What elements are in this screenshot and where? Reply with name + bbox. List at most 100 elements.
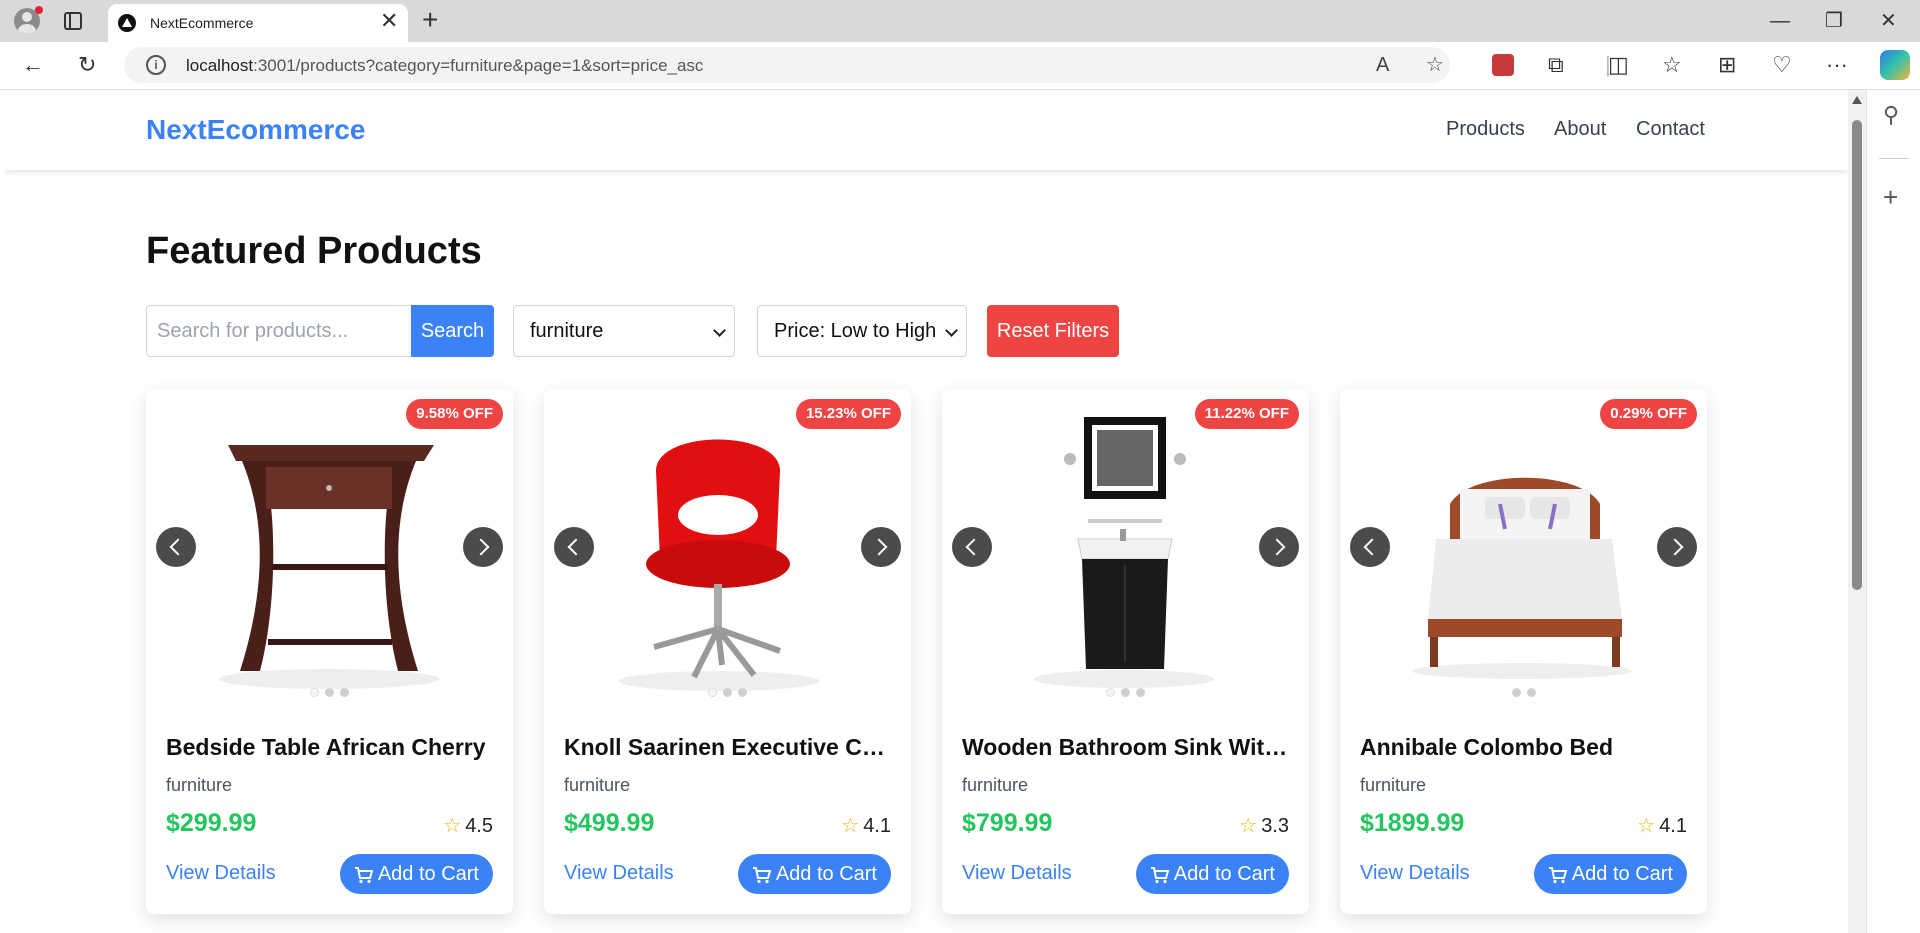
carousel-next-button[interactable] [861, 527, 901, 567]
search-icon[interactable]: ⚲ [1883, 102, 1899, 128]
page-scrollbar[interactable] [1848, 90, 1866, 933]
add-to-cart-label: Add to Cart [775, 863, 877, 885]
add-to-cart-label: Add to Cart [377, 863, 479, 885]
read-aloud-icon[interactable]: A [1376, 53, 1389, 77]
star-icon: ☆ [1239, 815, 1258, 837]
category-select[interactable]: furniture [513, 305, 735, 357]
discount-badge: 11.22% OFF [1194, 399, 1299, 429]
view-details-link[interactable]: View Details [962, 862, 1072, 885]
product-category: furniture [564, 775, 631, 795]
carousel-dot[interactable] [738, 688, 747, 697]
product-rating: ☆ 4.1 [841, 813, 891, 838]
favicon-icon [118, 14, 136, 32]
carousel-next-button[interactable] [1657, 527, 1697, 567]
carousel-dots [1340, 688, 1707, 697]
product-card: 9.58% OFF Bedside Table African Cherry f… [146, 389, 513, 914]
product-price: $1899.99 [1360, 809, 1465, 837]
view-details-link[interactable]: View Details [166, 862, 276, 885]
carousel-dot[interactable] [1106, 688, 1115, 697]
site-info-icon[interactable]: i [146, 55, 166, 75]
add-to-cart-button[interactable]: Add to Cart [737, 854, 891, 894]
scroll-thumb[interactable] [1852, 120, 1862, 590]
url-text[interactable]: localhost:3001/products?category=furnitu… [186, 56, 703, 76]
product-category: furniture [962, 775, 1029, 795]
view-details-link[interactable]: View Details [1360, 862, 1470, 885]
new-tab-icon[interactable]: + [422, 4, 438, 36]
cart-icon [1150, 866, 1170, 883]
minimize-icon[interactable]: — [1770, 6, 1790, 36]
page-title: Featured Products [146, 230, 482, 272]
close-window-icon[interactable]: ✕ [1880, 6, 1897, 36]
add-to-cart-label: Add to Cart [1571, 863, 1673, 885]
product-rating: ☆ 3.3 [1239, 813, 1289, 838]
product-image-carousel: 15.23% OFF [544, 389, 911, 709]
cart-icon [752, 866, 772, 883]
copilot-icon[interactable] [1880, 50, 1910, 80]
discount-badge: 15.23% OFF [795, 399, 901, 429]
close-tab-icon[interactable]: ✕ [380, 10, 398, 32]
product-price: $799.99 [962, 809, 1053, 837]
add-icon[interactable]: + [1883, 182, 1898, 213]
address-bar[interactable]: i localhost:3001/products?category=furni… [124, 47, 1450, 83]
sort-select[interactable]: Price: Low to High [757, 305, 967, 357]
site-header: NextEcommerce Products About Contact [5, 90, 1848, 170]
restore-icon[interactable]: ❐ [1825, 6, 1843, 36]
carousel-dot[interactable] [708, 688, 717, 697]
notification-dot [35, 6, 43, 14]
nav-contact[interactable]: Contact [1636, 118, 1705, 141]
refresh-icon[interactable]: ↻ [78, 50, 96, 80]
add-to-cart-button[interactable]: Add to Cart [1135, 854, 1289, 894]
extension-icon[interactable] [1492, 54, 1514, 76]
cart-icon [1548, 866, 1568, 883]
carousel-dot[interactable] [723, 688, 732, 697]
search-button[interactable]: Search [411, 305, 494, 357]
cart-icon [354, 866, 374, 883]
product-price: $499.99 [564, 809, 655, 837]
nav-products[interactable]: Products [1446, 118, 1525, 141]
carousel-dot[interactable] [310, 688, 319, 697]
more-icon[interactable]: ··· [1826, 50, 1848, 80]
carousel-dot[interactable] [325, 688, 334, 697]
carousel-next-button[interactable] [463, 527, 503, 567]
carousel-next-button[interactable] [1259, 527, 1299, 567]
product-name: Wooden Bathroom Sink With Mirror [962, 734, 1292, 760]
collections-icon[interactable]: ⊞ [1718, 50, 1736, 80]
tab-actions-icon[interactable] [64, 12, 82, 30]
nav-about[interactable]: About [1554, 118, 1606, 141]
page-content: NextEcommerce Products About Contact Fea… [5, 90, 1848, 933]
carousel-dots [146, 688, 513, 697]
browser-essentials-icon[interactable]: ♡ [1772, 50, 1792, 80]
rating-value: 4.1 [1659, 815, 1687, 837]
carousel-dot[interactable] [340, 688, 349, 697]
favorites-icon[interactable]: ☆ [1662, 50, 1682, 80]
product-card: 0.29% OFF Annibale Colombo Bed furniture… [1340, 389, 1707, 914]
product-image-carousel: 9.58% OFF [146, 389, 513, 709]
carousel-prev-button[interactable] [952, 527, 992, 567]
add-to-cart-button[interactable]: Add to Cart [1533, 854, 1687, 894]
carousel-prev-button[interactable] [554, 527, 594, 567]
favorite-star-icon[interactable]: ☆ [1426, 53, 1444, 77]
site-logo[interactable]: NextEcommerce [146, 114, 365, 146]
carousel-dot[interactable] [1121, 688, 1130, 697]
browser-tab[interactable]: NextEcommerce ✕ [108, 4, 408, 42]
carousel-prev-button[interactable] [1350, 527, 1390, 567]
extensions-puzzle-icon[interactable]: ⧉ [1548, 50, 1564, 80]
carousel-prev-button[interactable] [156, 527, 196, 567]
rating-value: 4.5 [465, 815, 493, 837]
carousel-dot[interactable] [1136, 688, 1145, 697]
scroll-up-icon[interactable] [1852, 96, 1862, 104]
product-card: 15.23% OFF Knoll Saarinen Executive Con f… [544, 389, 911, 914]
back-icon[interactable]: ← [22, 50, 44, 80]
category-select-value: furniture [530, 320, 604, 342]
product-category: furniture [1360, 775, 1427, 795]
add-to-cart-button[interactable]: Add to Cart [339, 854, 493, 894]
split-screen-icon[interactable]: ◫ [1608, 50, 1629, 80]
star-icon: ☆ [1637, 815, 1656, 837]
carousel-dot[interactable] [1526, 688, 1536, 697]
reset-filters-button[interactable]: Reset Filters [987, 305, 1119, 357]
view-details-link[interactable]: View Details [564, 862, 674, 885]
browser-tabbar: NextEcommerce ✕ + — ❐ ✕ [0, 0, 1920, 42]
search-input[interactable] [146, 305, 412, 357]
tab-title: NextEcommerce [150, 15, 254, 31]
carousel-dot[interactable] [1511, 688, 1521, 697]
